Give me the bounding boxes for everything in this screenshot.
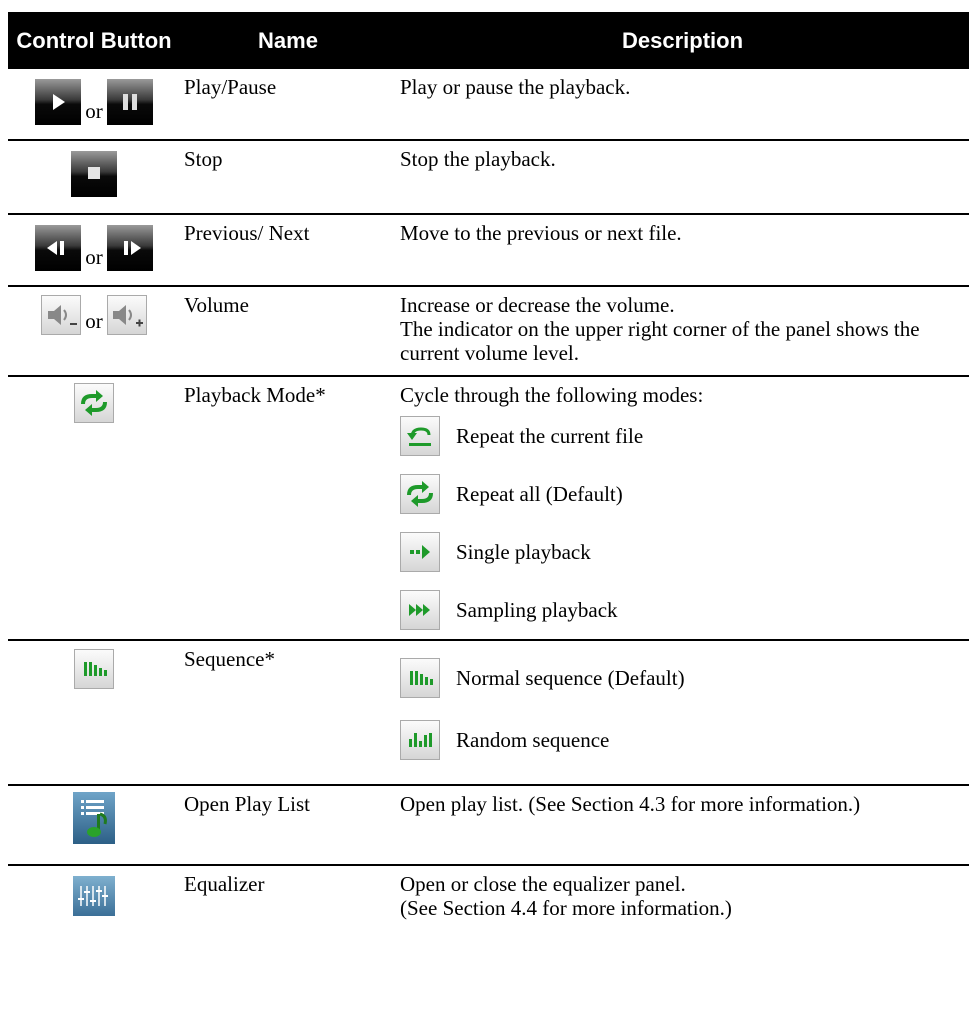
row-name: Stop [180, 140, 396, 215]
playlist-icon [73, 792, 115, 844]
mode-item: Repeat all (Default) [400, 465, 965, 523]
mode-item: Single playback [400, 523, 965, 581]
row-description: Normal sequence (Default) Random sequenc… [396, 640, 969, 786]
random-sequence-icon [400, 720, 440, 760]
table-header-row: Control Button Name Description [8, 12, 969, 69]
single-playback-icon [400, 532, 440, 572]
description-line: (See Section 4.4 for more information.) [400, 896, 732, 920]
mode-item: Normal sequence (Default) [400, 647, 965, 709]
control-icons-cell [8, 785, 180, 866]
control-icons-cell [8, 140, 180, 215]
control-icons-cell [8, 640, 180, 786]
row-description: Open or close the equalizer panel. (See … [396, 865, 969, 948]
control-icons-cell: or [8, 214, 180, 287]
row-description: Increase or decrease the volume. The ind… [396, 286, 969, 377]
row-name: Play/Pause [180, 69, 396, 141]
table-row: Sequence* Normal sequence (Default) Rand… [8, 640, 969, 786]
table-row: or Play/Pause Play or pause the playback… [8, 69, 969, 141]
control-icons-cell: or [8, 69, 180, 141]
description-line: Open or close the equalizer panel. [400, 872, 686, 896]
repeat-one-icon [400, 416, 440, 456]
row-name: Equalizer [184, 872, 265, 896]
header-control-button: Control Button [8, 12, 180, 69]
table-row: Equalizer Open or close the equalizer pa… [8, 865, 969, 948]
control-icons-cell [8, 865, 180, 948]
row-description: Play or pause the playback. [396, 69, 969, 141]
row-name: Playback Mode* [180, 376, 396, 641]
mode-item: Random sequence [400, 709, 965, 771]
table-row: or Previous/ Next Move to the previous o… [8, 214, 969, 287]
mode-label: Random sequence [456, 728, 610, 752]
equalizer-icon [73, 876, 115, 916]
description-line: Increase or decrease the volume. [400, 293, 675, 317]
or-text: or [85, 309, 103, 333]
normal-sequence-icon [400, 658, 440, 698]
table-row: Stop Stop the playback. [8, 140, 969, 215]
control-button-table: Control Button Name Description or Play/… [8, 12, 969, 948]
mode-label: Single playback [456, 540, 591, 564]
row-description: Open play list. (See Section 4.3 for mor… [396, 785, 969, 866]
row-description: Stop the playback. [396, 140, 969, 215]
repeat-all-icon [74, 383, 114, 423]
control-icons-cell [8, 376, 180, 641]
header-name: Name [180, 12, 396, 69]
description-line: The indicator on the upper right corner … [400, 317, 920, 365]
pause-icon [106, 79, 153, 125]
repeat-all-icon [400, 474, 440, 514]
row-description: Cycle through the following modes: Repea… [396, 376, 969, 641]
row-description: Move to the previous or next file. [396, 214, 969, 287]
mode-label: Normal sequence (Default) [456, 666, 685, 690]
control-icons-cell: or [8, 286, 180, 377]
mode-label: Sampling playback [456, 598, 618, 622]
volume-up-icon [106, 295, 147, 335]
mode-label: Repeat the current file [456, 424, 644, 448]
row-name: Previous/ Next [180, 214, 396, 287]
row-name: Sequence* [180, 640, 396, 786]
sampling-playback-icon [400, 590, 440, 630]
table-row: Open Play List Open play list. (See Sect… [8, 785, 969, 866]
row-name: Volume [180, 286, 396, 377]
table-row: or Volume Increase or decrease the volum… [8, 286, 969, 377]
description-line: Cycle through the following modes: [400, 383, 704, 407]
normal-sequence-icon [74, 649, 114, 689]
row-name: Open Play List [180, 785, 396, 866]
mode-label: Repeat all (Default) [456, 482, 623, 506]
control-table-container: Control Button Name Description or Play/… [8, 12, 969, 948]
or-text: or [85, 245, 103, 269]
stop-icon [71, 151, 117, 197]
mode-item: Sampling playback [400, 581, 965, 639]
volume-down-icon [41, 295, 82, 335]
play-icon [35, 79, 82, 125]
header-description: Description [396, 12, 969, 69]
next-icon [106, 225, 153, 271]
mode-item: Repeat the current file [400, 407, 965, 465]
or-text: or [85, 99, 103, 123]
previous-icon [35, 225, 82, 271]
table-row: Playback Mode* Cycle through the followi… [8, 376, 969, 641]
